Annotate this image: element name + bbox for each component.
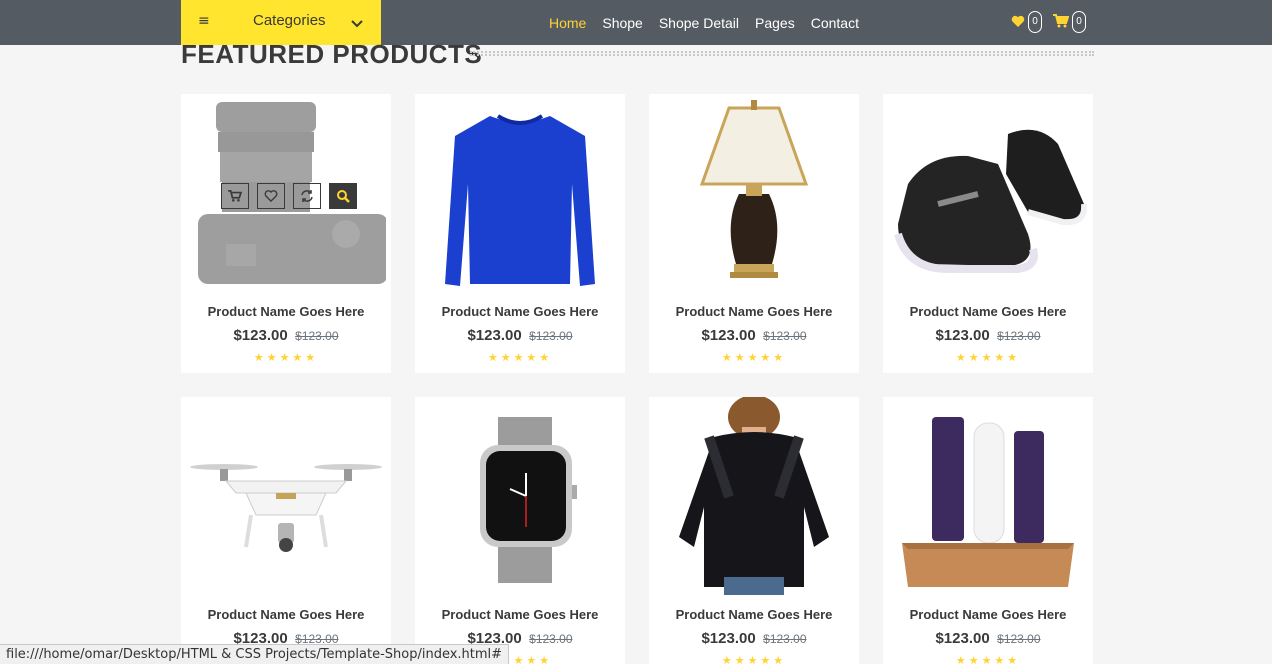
product-card[interactable]: Product Name Goes Here $123.00 $123.00 ★… — [649, 397, 859, 664]
product-old-price: $123.00 — [763, 329, 807, 343]
product-card[interactable]: Product Name Goes Here $123.00 $123.00 ★… — [415, 397, 625, 664]
product-prices: $123.00 $123.00 — [883, 630, 1093, 648]
add-to-wishlist-button[interactable] — [257, 183, 285, 209]
menu-bars-icon: ≡ — [198, 13, 210, 29]
product-name[interactable]: Product Name Goes Here — [883, 304, 1093, 319]
product-price: $123.00 — [701, 327, 756, 344]
product-name[interactable]: Product Name Goes Here — [415, 304, 625, 319]
product-old-price: $123.00 — [529, 329, 573, 343]
cart-link[interactable]: 0 — [1053, 11, 1086, 33]
product-prices: $123.00 $123.00 — [883, 327, 1093, 345]
product-name[interactable]: Product Name Goes Here — [883, 607, 1093, 622]
nav-icons: 0 0 — [1011, 10, 1097, 34]
rating-stars: ★★★★★ — [253, 351, 319, 364]
product-card[interactable]: Product Name Goes Here $123.00 $123.00 ★… — [181, 94, 391, 373]
compare-button[interactable] — [293, 183, 321, 209]
product-price: $123.00 — [467, 327, 522, 344]
product-price: $123.00 — [701, 630, 756, 647]
nav-link-contact[interactable]: Contact — [803, 15, 867, 31]
product-card[interactable]: Product Name Goes Here $123.00 $123.00 ★… — [883, 94, 1093, 373]
product-price: $123.00 — [935, 630, 990, 647]
product-price: $123.00 — [935, 327, 990, 344]
product-card[interactable]: Product Name Goes Here $123.00 $123.00 ★… — [649, 94, 859, 373]
product-image-drone[interactable] — [181, 397, 391, 595]
heart-icon — [1011, 13, 1025, 32]
chevron-down-icon — [351, 14, 363, 33]
product-action-buttons — [221, 183, 365, 209]
product-image-sweater[interactable] — [415, 94, 625, 292]
product-name[interactable]: Product Name Goes Here — [181, 607, 391, 622]
rating-stars: ★★★★★ — [487, 351, 553, 364]
product-image-shoes[interactable] — [883, 94, 1093, 292]
product-price: $123.00 — [233, 327, 288, 344]
quick-view-button[interactable] — [329, 183, 357, 209]
product-prices: $123.00 $123.00 — [181, 327, 391, 345]
product-old-price: $123.00 — [529, 632, 573, 646]
product-old-price: $123.00 — [763, 632, 807, 646]
product-image-watch[interactable] — [415, 397, 625, 595]
product-prices: $123.00 $123.00 — [649, 630, 859, 648]
browser-status-bar: file:///home/omar/Desktop/HTML & CSS Pro… — [0, 644, 510, 664]
rating-stars: ★★★★★ — [955, 654, 1021, 664]
categories-label: Categories — [253, 12, 326, 29]
product-name[interactable]: Product Name Goes Here — [649, 304, 859, 319]
add-to-cart-button[interactable] — [221, 183, 249, 209]
product-card[interactable]: Product Name Goes Here $123.00 $123.00 ★… — [181, 397, 391, 664]
cart-count-badge: 0 — [1072, 11, 1086, 33]
section-title-divider — [470, 51, 1094, 56]
rating-stars: ★★★★★ — [955, 351, 1021, 364]
product-prices: $123.00 $123.00 — [415, 327, 625, 345]
nav-link-shop[interactable]: Shope — [594, 15, 650, 31]
nav-link-pages[interactable]: Pages — [747, 15, 803, 31]
product-prices: $123.00 $123.00 — [649, 327, 859, 345]
product-name[interactable]: Product Name Goes Here — [415, 607, 625, 622]
cart-icon — [1053, 13, 1070, 32]
product-card[interactable]: Product Name Goes Here $123.00 $123.00 ★… — [415, 94, 625, 373]
product-name[interactable]: Product Name Goes Here — [649, 607, 859, 622]
product-old-price: $123.00 — [997, 632, 1041, 646]
section-title: FEATURED PRODUCTS — [181, 39, 483, 69]
nav-link-shop-detail[interactable]: Shope Detail — [651, 15, 747, 31]
product-name[interactable]: Product Name Goes Here — [181, 304, 391, 319]
rating-stars: ★★★★★ — [721, 654, 787, 664]
wishlist-link[interactable]: 0 — [1011, 11, 1042, 33]
nav-link-home[interactable]: Home — [541, 15, 594, 31]
product-old-price: $123.00 — [295, 329, 339, 343]
nav-links: Home Shope Shope Detail Pages Contact — [541, 0, 867, 45]
rating-stars: ★★★★★ — [721, 351, 787, 364]
wishlist-count-badge: 0 — [1028, 11, 1042, 33]
product-image-cosmetics[interactable] — [883, 397, 1093, 595]
product-image-blouse[interactable] — [649, 397, 859, 595]
product-image-lamp[interactable] — [649, 94, 859, 292]
product-old-price: $123.00 — [997, 329, 1041, 343]
product-card[interactable]: Product Name Goes Here $123.00 $123.00 ★… — [883, 397, 1093, 664]
